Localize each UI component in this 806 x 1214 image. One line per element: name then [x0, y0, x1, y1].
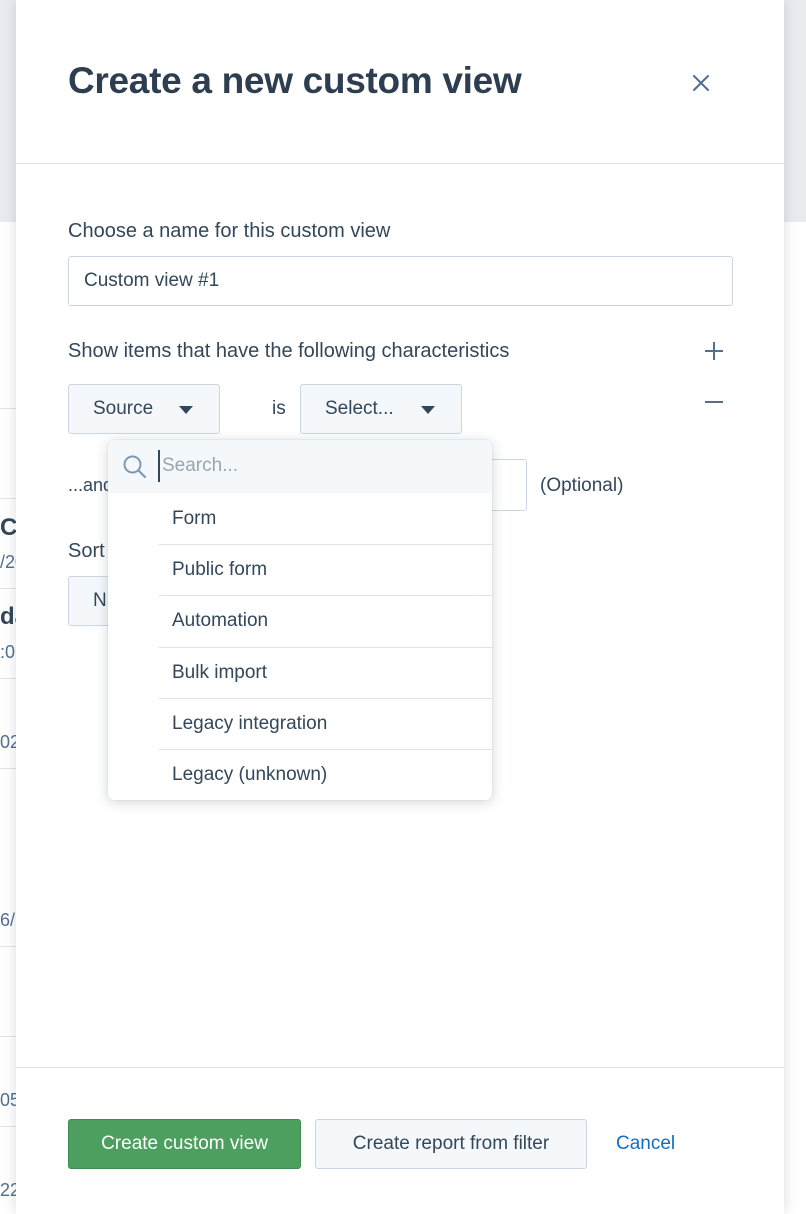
sort-label: Sort: [68, 540, 105, 562]
close-icon: [693, 75, 709, 91]
caret-down-icon: [179, 406, 193, 414]
remove-filter-button[interactable]: [702, 388, 726, 416]
background-cell-fragment: C: [0, 514, 16, 541]
optional-label: (Optional): [540, 475, 624, 496]
background-row-divider: [0, 588, 16, 589]
search-icon: [123, 455, 147, 479]
sort-dropdown-label: N: [93, 590, 107, 611]
dropdown-search-input[interactable]: [158, 450, 478, 482]
filter-property-label: Source: [93, 398, 154, 419]
background-cell-fragment: da: [0, 603, 16, 630]
background-cell-fragment: 6/2: [0, 910, 16, 930]
modal-header: Create a new custom view: [16, 0, 784, 164]
and-label: ...and: [68, 475, 114, 495]
minus-icon: [705, 401, 723, 403]
create-custom-view-button[interactable]: Create custom view: [68, 1119, 301, 1169]
close-button[interactable]: [684, 66, 718, 100]
background-row-divider: [0, 768, 16, 769]
dropdown-option[interactable]: Form: [159, 493, 492, 544]
dropdown-option[interactable]: Legacy integration: [159, 697, 492, 749]
create-report-button[interactable]: Create report from filter: [315, 1119, 587, 1169]
background-cell-fragment: :0: [0, 642, 16, 662]
background-row-divider: [0, 678, 16, 679]
add-filter-button[interactable]: [702, 336, 726, 366]
background-cell-fragment: 05: [0, 1090, 16, 1110]
dropdown-search: [108, 440, 492, 493]
dropdown-option[interactable]: Legacy (unknown): [159, 748, 492, 800]
filter-operator: is: [272, 398, 286, 419]
filters-label: Show items that have the following chara…: [68, 340, 510, 362]
filter-property-dropdown[interactable]: Source: [68, 384, 220, 434]
view-name-input[interactable]: [68, 256, 733, 306]
background-row-divider: [0, 1036, 16, 1037]
background-row-divider: [0, 946, 16, 947]
dropdown-option[interactable]: Public form: [159, 544, 492, 595]
background-row-divider: [0, 1126, 16, 1127]
modal-footer: Create custom view Create report from fi…: [16, 1067, 784, 1214]
dropdown-option[interactable]: Bulk import: [159, 646, 492, 698]
background-cell-fragment: 22: [0, 1180, 16, 1200]
background-cell-fragment: /20: [0, 552, 16, 572]
background-row-divider: [0, 408, 16, 409]
cancel-button[interactable]: Cancel: [616, 1133, 675, 1155]
plus-icon: [705, 342, 723, 360]
dropdown-options: Form Public form Automation Bulk import Lega…: [108, 493, 492, 800]
filter-value-dropdown[interactable]: Select...: [300, 384, 462, 434]
background-row-divider: [0, 498, 16, 499]
background-cell-fragment: 02: [0, 732, 16, 752]
dropdown-option[interactable]: Automation: [159, 595, 492, 646]
name-label: Choose a name for this custom view: [68, 220, 391, 242]
source-dropdown-menu: FormPublic formAutomationBulk importLega…: [108, 440, 492, 800]
modal-title: Create a new custom view: [68, 60, 522, 101]
filter-value-label: Select...: [325, 398, 394, 419]
caret-down-icon: [421, 406, 435, 414]
